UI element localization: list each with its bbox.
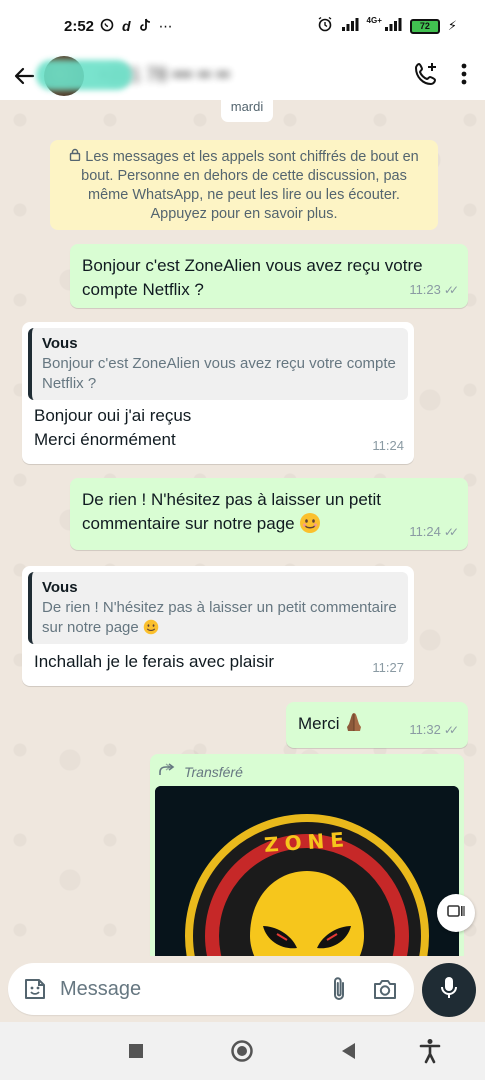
zone-alien-logo-image xyxy=(155,786,459,956)
composer-bar xyxy=(0,956,485,1022)
alarm-icon xyxy=(317,16,333,36)
status-bar: 2:52 d ⋯ 4G+ 72 ⚡ xyxy=(0,0,485,52)
date-chip: mardi xyxy=(221,100,273,122)
redaction-blur xyxy=(36,60,132,90)
quoted-text: Bonjour c'est ZoneAlien vous avez reçu v… xyxy=(42,355,396,392)
accessibility-icon[interactable] xyxy=(416,1037,444,1065)
message-text-line: Bonjour oui j'ai reçus xyxy=(34,406,192,425)
forwarded-image[interactable]: ZONE xyxy=(155,786,459,956)
dailymotion-notification-icon: d xyxy=(122,18,131,34)
sticker-icon[interactable] xyxy=(22,976,48,1002)
video-mode-button[interactable] xyxy=(437,894,475,932)
status-time: 2:52 xyxy=(64,17,95,35)
message-text: Inchallah je le ferais avec plaisir xyxy=(34,652,275,671)
quoted-message[interactable]: Vous Bonjour c'est ZoneAlien vous avez r… xyxy=(28,328,408,400)
add-call-icon[interactable] xyxy=(413,61,439,92)
message-input[interactable] xyxy=(60,977,290,1001)
smiling-face-emoji-icon xyxy=(299,512,321,536)
forwarded-label: Transféré xyxy=(158,760,456,784)
whatsapp-notification-icon xyxy=(100,18,114,34)
signal-icon-2 xyxy=(384,17,402,35)
folded-hands-emoji-icon xyxy=(344,711,364,736)
quoted-text: De rien ! N'hésitez pas à laisser un pet… xyxy=(42,599,397,636)
message-text-line: Merci énormément xyxy=(34,430,176,449)
message-time: 11:24 xyxy=(409,524,441,539)
microphone-icon xyxy=(439,975,459,1006)
message-text: Bonjour c'est ZoneAlien vous avez reçu v… xyxy=(82,256,423,299)
system-navigation-bar xyxy=(0,1022,485,1080)
read-receipt-icon: ✓✓ xyxy=(443,723,459,737)
lock-icon xyxy=(69,148,85,165)
voice-record-button[interactable] xyxy=(422,963,476,1017)
network-type-icon: 4G+ xyxy=(366,15,382,25)
message-time: 11:23 xyxy=(409,282,441,297)
more-notifications-icon: ⋯ xyxy=(158,18,174,34)
message-text: Merci xyxy=(298,714,340,733)
quoted-author: Vous xyxy=(42,579,78,596)
message-text: De rien ! N'hésitez pas à laisser un pet… xyxy=(82,490,382,533)
quoted-author: Vous xyxy=(42,335,78,352)
quoted-message[interactable]: Vous De rien ! N'hésitez pas à laisser u… xyxy=(28,572,408,644)
tiktok-notification-icon xyxy=(139,18,151,34)
smiling-face-emoji-icon xyxy=(143,618,159,638)
message-outgoing[interactable]: Bonjour c'est ZoneAlien vous avez reçu v… xyxy=(70,244,468,308)
more-options-icon[interactable] xyxy=(461,63,467,90)
charging-icon: ⚡ xyxy=(447,18,457,33)
forward-arrow-icon xyxy=(158,760,176,784)
encryption-notice-text: Les messages et les appels sont chiffrés… xyxy=(81,149,419,222)
message-time: 11:24 xyxy=(372,438,404,453)
message-composer[interactable] xyxy=(8,963,414,1015)
message-time: 11:32 xyxy=(409,722,441,737)
encryption-notice[interactable]: Les messages et les appels sont chiffrés… xyxy=(50,140,438,230)
battery-icon: 72 xyxy=(409,18,440,34)
message-outgoing[interactable]: Merci 11:32 ✓✓ xyxy=(286,702,468,748)
home-button[interactable] xyxy=(228,1037,256,1065)
message-incoming[interactable]: Vous Bonjour c'est ZoneAlien vous avez r… xyxy=(22,322,414,464)
video-layout-icon xyxy=(447,904,465,923)
recent-apps-button[interactable] xyxy=(122,1037,150,1065)
message-time: 11:27 xyxy=(372,660,404,675)
read-receipt-icon: ✓✓ xyxy=(443,525,459,539)
message-incoming[interactable]: Vous De rien ! N'hésitez pas à laisser u… xyxy=(22,566,414,686)
attach-icon[interactable] xyxy=(328,975,350,1003)
camera-icon[interactable] xyxy=(372,977,398,1001)
signal-icon xyxy=(341,17,359,35)
forwarded-text: Transféré xyxy=(184,764,243,780)
read-receipt-icon: ✓✓ xyxy=(443,283,459,297)
chat-area[interactable]: mardi Les messages et les appels sont ch… xyxy=(0,100,485,956)
back-button[interactable] xyxy=(334,1037,362,1065)
message-outgoing[interactable]: De rien ! N'hésitez pas à laisser un pet… xyxy=(70,478,468,550)
